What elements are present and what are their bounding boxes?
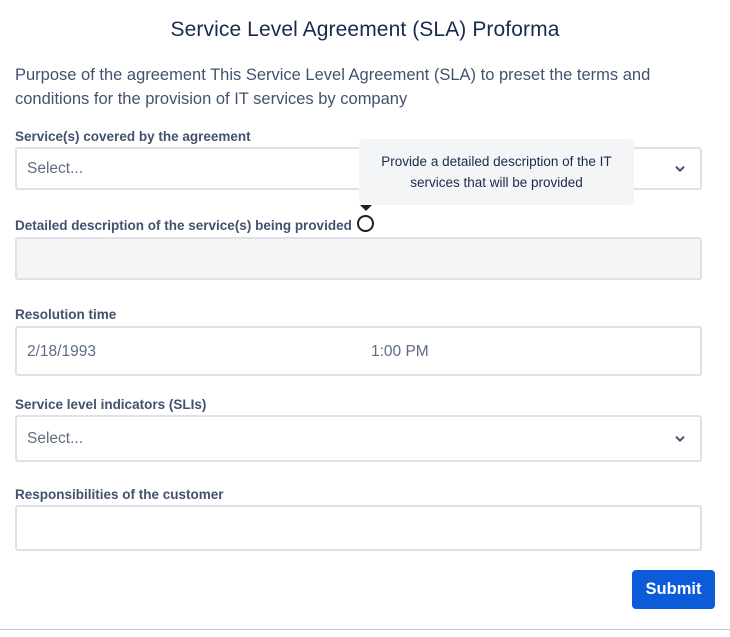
customer-responsibilities-input[interactable] <box>15 505 702 551</box>
info-circle-icon[interactable] <box>357 215 374 232</box>
detailed-description-label: Detailed description of the service(s) b… <box>15 218 352 233</box>
tooltip-arrow <box>360 205 372 211</box>
resolution-time-label: Resolution time <box>15 307 117 322</box>
services-covered-label: Service(s) covered by the agreement <box>15 129 251 144</box>
resolution-time-value[interactable]: 1:00 PM <box>371 343 429 361</box>
form-description: Purpose of the agreement This Service Le… <box>15 66 651 108</box>
slis-placeholder: Select... <box>27 430 83 447</box>
resolution-date-value[interactable]: 2/18/1993 <box>27 343 96 361</box>
help-tooltip: Provide a detailed description of the IT… <box>359 139 634 205</box>
services-covered-placeholder: Select... <box>27 160 83 177</box>
form-title: Service Level Agreement (SLA) Proforma <box>170 18 560 41</box>
chevron-down-icon <box>675 166 685 172</box>
slis-select[interactable]: Select... <box>15 415 702 462</box>
resolution-time-field[interactable]: 2/18/1993 1:00 PM <box>15 326 702 376</box>
detailed-description-input[interactable] <box>15 237 702 280</box>
bottom-divider <box>0 629 730 630</box>
submit-button[interactable]: Submit <box>632 570 715 609</box>
slis-label: Service level indicators (SLIs) <box>15 397 207 412</box>
customer-responsibilities-label: Responsibilities of the customer <box>15 487 224 502</box>
chevron-down-icon <box>675 436 685 442</box>
